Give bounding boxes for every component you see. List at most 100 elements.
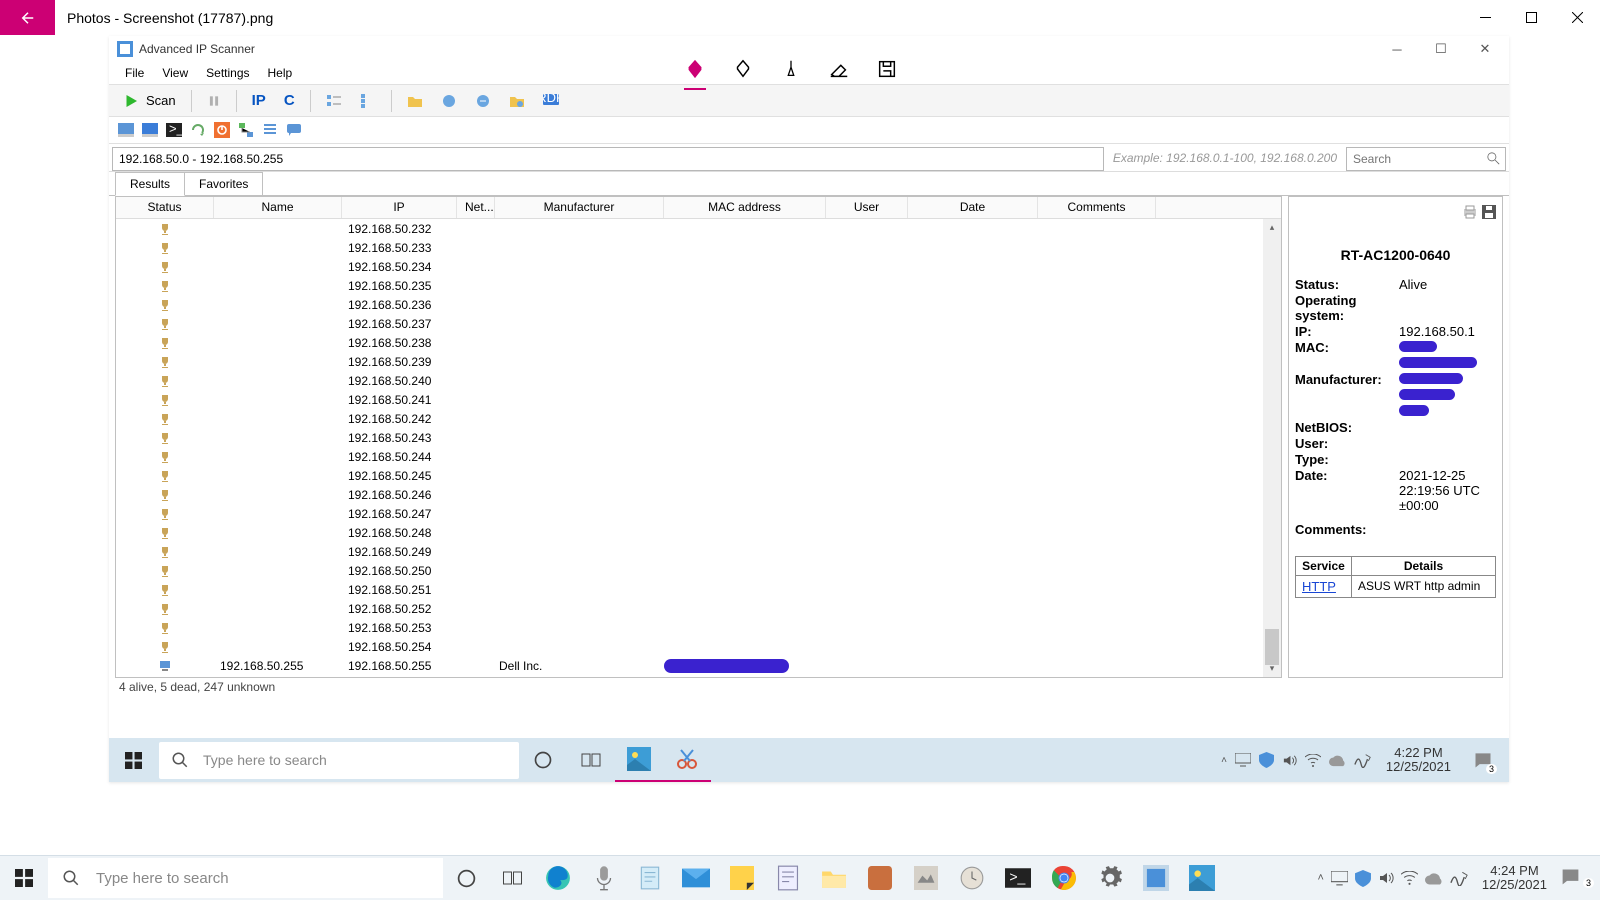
outer-clock[interactable]: 4:24 PM12/25/2021 [1476,864,1553,892]
table-row[interactable]: 192.168.50.245 [116,466,1281,485]
tray-onedrive-icon[interactable] [1425,871,1443,886]
search-icon[interactable] [1487,152,1500,165]
save-disk-icon[interactable] [1482,205,1496,219]
tray-chevron-icon[interactable]: ˄ [1317,872,1323,884]
tb2-cmd-icon[interactable]: >_ [165,121,183,139]
marker-outline-icon[interactable] [732,58,754,80]
tool-rdp-icon[interactable]: RDP [536,87,566,115]
table-row[interactable]: 192.168.50.243 [116,428,1281,447]
tb-app2-icon[interactable] [903,856,949,901]
table-row[interactable]: 192.168.50.236 [116,295,1281,314]
tb-edge-icon[interactable] [535,856,581,901]
table-row[interactable]: 192.168.50.247 [116,504,1281,523]
col-user[interactable]: User [826,197,908,218]
table-row[interactable]: 192.168.50.232 [116,219,1281,238]
tray-wifi-icon[interactable] [1305,754,1321,767]
scroll-up[interactable]: ▴ [1263,219,1281,236]
ip-button[interactable]: IP [245,87,273,115]
tb-snip-icon[interactable] [663,738,711,782]
tb-sticky-icon[interactable] [719,856,765,901]
scan-button[interactable]: Scan [115,87,183,115]
tray-handwriting-icon[interactable] [1450,870,1469,886]
tb2-power-icon[interactable] [213,121,231,139]
table-row[interactable]: 192.168.50.234 [116,257,1281,276]
table-row[interactable]: 192.168.50.246 [116,485,1281,504]
table-row[interactable]: 192.168.50.251 [116,580,1281,599]
minimize-button[interactable] [1462,0,1508,35]
col-status[interactable]: Status [116,197,214,218]
back-button[interactable] [0,0,55,35]
tray-wifi-icon[interactable] [1401,871,1418,885]
pause-button[interactable] [200,87,228,115]
table-row[interactable]: 192.168.50.235 [116,276,1281,295]
col-com[interactable]: Comments [1038,197,1156,218]
col-date[interactable]: Date [908,197,1038,218]
tray-chevron-icon[interactable]: ˄ [1221,755,1227,766]
tray-volume-icon[interactable] [1282,753,1297,768]
inner-minimize[interactable]: ─ [1375,36,1419,62]
tray-volume-icon[interactable] [1378,870,1394,886]
tab-favorites[interactable]: Favorites [184,172,263,195]
cortana-icon[interactable] [519,738,567,782]
tb-clock-icon[interactable] [949,856,995,901]
outer-search-box[interactable]: Type here to search [48,858,443,898]
table-row[interactable]: 192.168.50.241 [116,390,1281,409]
cortana-icon[interactable] [443,856,489,901]
tb2-net-icon[interactable] [237,121,255,139]
table-row[interactable]: 192.168.50.242 [116,409,1281,428]
tb-photos-icon[interactable] [615,738,663,782]
col-man[interactable]: Manufacturer [495,197,664,218]
tool-globe-icon[interactable] [434,87,464,115]
tb2-mon1-icon[interactable] [117,121,135,139]
pen-icon[interactable] [780,58,802,80]
table-row[interactable]: 192.168.50.248 [116,523,1281,542]
inner-maximize[interactable]: ☐ [1419,36,1463,62]
table-row[interactable]: 192.168.50.239 [116,352,1281,371]
search-input[interactable] [1346,147,1506,171]
table-row[interactable]: 192.168.50.237 [116,314,1281,333]
inner-clock[interactable]: 4:22 PM12/25/2021 [1380,746,1457,774]
tb-app3-icon[interactable] [1133,856,1179,901]
table-row[interactable]: 192.168.50.254 [116,637,1281,656]
taskview-icon[interactable] [567,738,615,782]
tb2-refresh-icon[interactable] [189,121,207,139]
tray-handwriting-icon[interactable] [1354,752,1372,768]
http-link[interactable]: HTTP [1302,579,1336,594]
notification-icon[interactable]: 3 [1560,866,1594,890]
start-button[interactable] [0,869,48,887]
table-row[interactable]: 192.168.50.250 [116,561,1281,580]
col-ip[interactable]: IP [342,197,457,218]
menu-help[interactable]: Help [260,64,301,82]
tb-app1-icon[interactable] [857,856,903,901]
save-icon[interactable] [876,58,898,80]
tray-shield-icon[interactable] [1355,870,1371,887]
menu-file[interactable]: File [117,64,152,82]
table-row[interactable]: 192.168.50.255192.168.50.255Dell Inc. [116,656,1281,675]
ip-range-input[interactable] [112,147,1104,171]
tool-globe2-icon[interactable] [468,87,498,115]
table-row[interactable]: 192.168.50.252 [116,599,1281,618]
tray-onedrive-icon[interactable] [1329,753,1346,768]
tb2-chat-icon[interactable] [285,121,303,139]
col-mac[interactable]: MAC address [664,197,826,218]
table-row[interactable]: 192.168.50.249 [116,542,1281,561]
col-name[interactable]: Name [214,197,342,218]
tray-monitor-icon[interactable] [1331,871,1348,886]
inner-search-box[interactable]: Type here to search [159,742,519,779]
table-row[interactable]: 192.168.50.244 [116,447,1281,466]
marker-filled-icon[interactable] [684,58,706,80]
tb-settings-icon[interactable] [1087,856,1133,901]
tb2-list-icon[interactable] [261,121,279,139]
inner-close[interactable]: ✕ [1463,36,1507,62]
tb-notepad-icon[interactable] [627,856,673,901]
tb-explorer-icon[interactable] [811,856,857,901]
tab-results[interactable]: Results [115,172,185,196]
tb-photos-icon[interactable] [1179,856,1225,901]
inner-start-button[interactable] [109,752,157,769]
tray-monitor-icon[interactable] [1235,753,1251,767]
table-row[interactable]: 192.168.50.253 [116,618,1281,637]
menu-settings[interactable]: Settings [198,64,257,82]
table-row[interactable]: 192.168.50.233 [116,238,1281,257]
tb-mic-icon[interactable] [581,856,627,901]
close-button[interactable] [1554,0,1600,35]
